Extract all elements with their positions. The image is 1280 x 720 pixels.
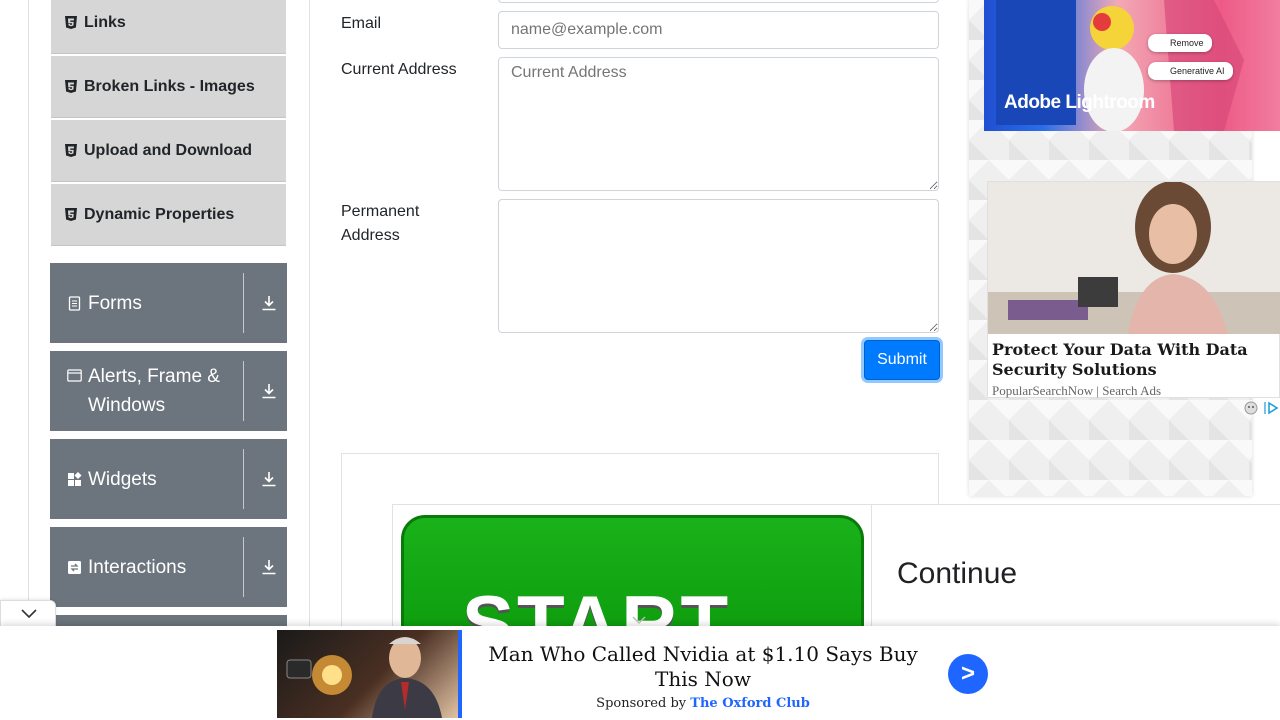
widgets-icon (68, 471, 82, 486)
ad-close-chevron-icon[interactable] (631, 615, 647, 625)
permanent-address-field[interactable] (498, 199, 939, 333)
bottom-ad-headline: Man Who Called Nvidia at $1.10 Says Buy … (488, 642, 918, 691)
group-title: Interactions (67, 527, 237, 607)
adchoices-icon[interactable] (1243, 400, 1280, 416)
group-divider (243, 449, 244, 509)
current-address-field[interactable] (498, 57, 939, 191)
sidebar-item-broken-links[interactable]: Broken Links - Images (51, 56, 286, 118)
lightroom-ad[interactable]: Remove Generative AI Adobe Lightroom (984, 0, 1280, 131)
sidebar-item-label: Links (84, 13, 126, 31)
sidebar-item-label: Broken Links - Images (84, 77, 255, 95)
page: Links Broken Links - Images Upload and D… (0, 0, 1280, 720)
bottom-ad-photo (277, 630, 462, 718)
group-label: Alerts, Frame & Windows (88, 366, 220, 416)
email-field[interactable] (498, 11, 939, 49)
submit-button[interactable]: Submit (864, 340, 940, 380)
bottom-ad-sponsor-line: Sponsored by The Oxford Club (478, 696, 928, 711)
sponsored-prefix: Sponsored by (596, 696, 687, 711)
group-label: Widgets (88, 468, 157, 490)
sidebar-group-interactions[interactable]: Interactions (50, 527, 287, 607)
bottom-sticky-ad[interactable]: Man Who Called Nvidia at $1.10 Says Buy … (0, 626, 1280, 720)
group-divider (243, 361, 244, 421)
group-divider (243, 537, 244, 597)
data-security-ad[interactable]: Protect Your Data With Data Security Sol… (987, 181, 1280, 398)
remove-chip: Remove (1148, 34, 1212, 52)
data-security-photo (988, 182, 1280, 334)
interactions-icon (68, 560, 81, 574)
html5-icon (65, 144, 77, 157)
html5-icon (65, 16, 77, 29)
html5-icon (65, 80, 77, 93)
current-address-label: Current Address (341, 61, 457, 78)
sidebar-item-label: Upload and Download (84, 141, 252, 159)
lightroom-brand: Adobe Lightroom (1004, 92, 1155, 113)
continue-link[interactable]: Continue (897, 557, 1017, 591)
data-security-headline: Protect Your Data With Data Security Sol… (992, 340, 1248, 379)
bottom-ad-go-button[interactable]: > (948, 654, 988, 694)
group-divider (243, 273, 244, 333)
sidebar-item-links[interactable]: Links (51, 0, 286, 54)
permanent-address-label: Permanent Address (341, 203, 420, 244)
email-label: Email (341, 15, 382, 32)
chevron-down-icon (21, 609, 37, 619)
download-icon[interactable] (260, 470, 278, 488)
download-icon[interactable] (260, 382, 278, 400)
sidebar-item-dynamic-properties[interactable]: Dynamic Properties (51, 184, 286, 246)
download-icon[interactable] (260, 294, 278, 312)
document-icon (68, 295, 81, 311)
sidebar-border (309, 0, 310, 720)
html5-icon (65, 208, 77, 221)
sidebar-group-alerts[interactable]: Alerts, Frame & Windows (50, 351, 287, 431)
sidebar-item-label: Dynamic Properties (84, 205, 235, 223)
sidebar-item-upload-download[interactable]: Upload and Download (51, 120, 286, 182)
group-title: Forms (67, 263, 237, 343)
previous-field[interactable] (498, 0, 939, 3)
group-title: Widgets (67, 439, 237, 519)
sidebar-group-forms[interactable]: Forms (50, 263, 287, 343)
download-icon[interactable] (260, 558, 278, 576)
generative-ai-chip: Generative AI (1148, 62, 1233, 80)
man-photo (286, 637, 442, 718)
woman-photo (988, 182, 1280, 334)
collapse-ad-tab[interactable] (0, 600, 56, 628)
group-label: Interactions (88, 556, 187, 578)
sidebar-group-widgets[interactable]: Widgets (50, 439, 287, 519)
window-icon (67, 369, 82, 382)
data-security-source: PopularSearchNow | Search Ads (992, 383, 1162, 398)
group-title: Alerts, Frame & Windows (67, 351, 237, 431)
sponsor-name[interactable]: The Oxford Club (690, 696, 810, 711)
group-label: Forms (88, 292, 142, 314)
